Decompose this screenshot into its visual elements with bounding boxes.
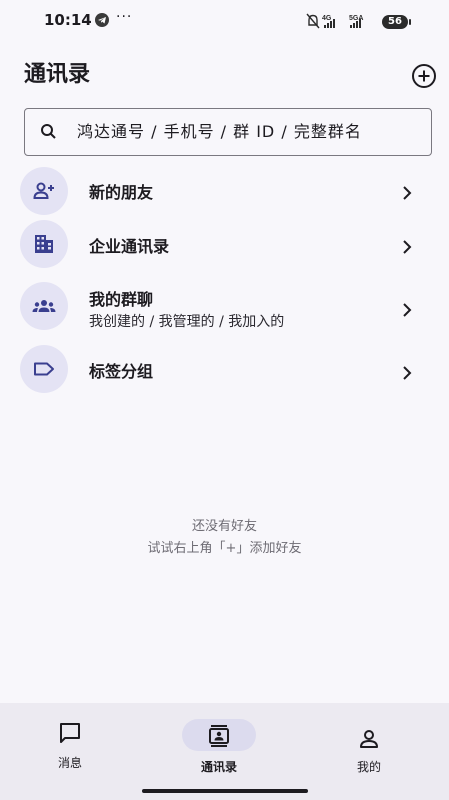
tag-icon (34, 362, 54, 376)
chevron-right-icon (403, 240, 412, 254)
list-item-label: 企业通讯录 (89, 237, 170, 256)
search-icon (41, 124, 56, 139)
list-item-label: 我的群聊 (89, 290, 154, 309)
list-item-label: 新的朋友 (89, 183, 154, 202)
person-add-icon (33, 182, 54, 199)
empty-state-title: 还没有好友 (191, 519, 257, 534)
nav-item-messages[interactable]: 消息 (15, 703, 125, 793)
status-bar: 10:14 ··· 4G 5GA 56 (0, 0, 449, 42)
page-title: 通讯录 (24, 62, 91, 87)
list-item-label: 标签分组 (89, 362, 154, 381)
list-item-my-groups[interactable]: 我的群聊 我创建的 / 我管理的 / 我加入的 (0, 282, 449, 334)
signal-icons: 4G 5GA (306, 13, 363, 29)
bottom-nav: 消息 通讯录 我的 (0, 703, 449, 800)
list-item-tag-groups[interactable]: 标签分组 (0, 345, 449, 393)
nav-label: 通讯录 (200, 760, 237, 774)
avatar (20, 220, 68, 268)
list-item-enterprise-contacts[interactable]: 企业通讯录 (0, 220, 449, 268)
status-time: 10:14 (44, 11, 92, 29)
avatar (20, 167, 68, 215)
nav-item-me[interactable]: 我的 (314, 703, 424, 793)
status-more-dots: ··· (116, 9, 133, 25)
mute-bell-icon (306, 13, 320, 29)
search-bar[interactable] (24, 108, 432, 156)
nav-item-contacts[interactable]: 通讯录 (164, 703, 274, 793)
telegram-icon (95, 13, 109, 27)
nav-label: 我的 (356, 760, 381, 774)
home-indicator[interactable] (142, 789, 308, 793)
battery-icon: 56 (382, 15, 411, 29)
empty-state-hint: 试试右上角「+」添加好友 (147, 541, 302, 556)
search-input[interactable] (77, 109, 425, 154)
nav-label: 消息 (57, 756, 82, 770)
chat-bubble-icon (60, 723, 80, 743)
chevron-right-icon (403, 186, 412, 200)
person-icon (360, 730, 378, 748)
chevron-right-icon (403, 366, 412, 380)
list-item-subtitle: 我创建的 / 我管理的 / 我加入的 (89, 314, 285, 330)
avatar (20, 282, 68, 330)
avatar (20, 345, 68, 393)
list-item-new-friends[interactable]: 新的朋友 (0, 167, 449, 215)
building-icon (35, 235, 53, 253)
contacts-icon (209, 725, 229, 747)
chevron-right-icon (403, 303, 412, 317)
group-icon (32, 300, 56, 312)
network-type-2: 5GA (349, 15, 363, 22)
network-type-1: 4G (322, 15, 332, 22)
plus-circle-icon[interactable] (411, 63, 437, 89)
